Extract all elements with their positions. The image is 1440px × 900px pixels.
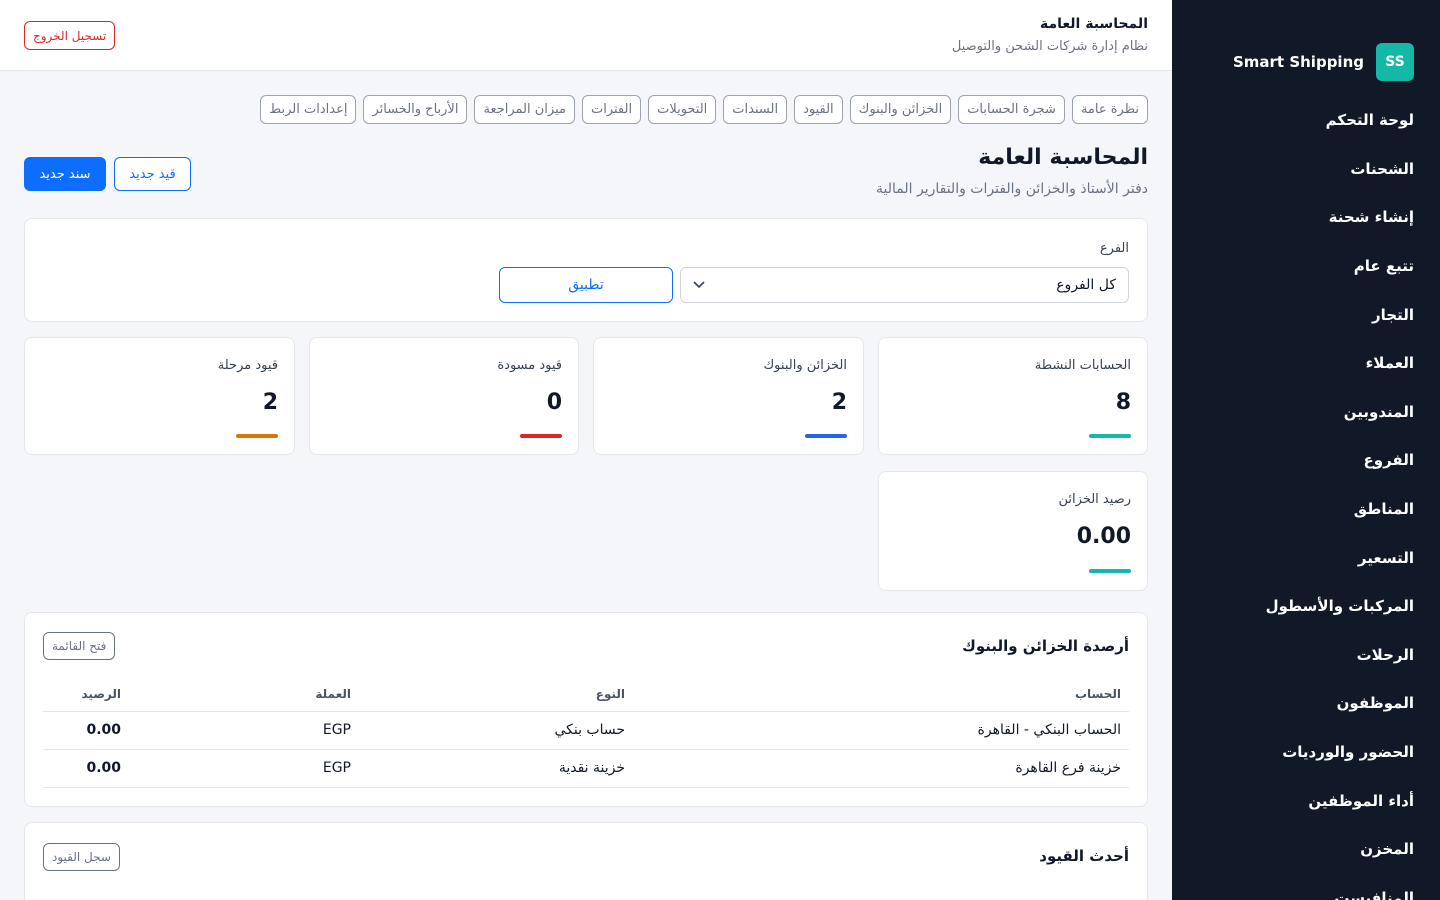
sidebar-item-manifest[interactable]: المنافيست bbox=[1172, 874, 1440, 900]
sidebar-item-couriers[interactable]: المندوبين bbox=[1172, 388, 1440, 437]
tab-vouchers[interactable]: السندات bbox=[723, 95, 788, 124]
stat-value: 2 bbox=[262, 390, 278, 415]
column-header-account: الحساب bbox=[633, 677, 1129, 712]
topbar-subtitle: نظام إدارة شركات الشحن والتوصيل bbox=[951, 39, 1148, 54]
brand-name: Smart Shipping bbox=[1232, 53, 1364, 71]
main-content: المحاسبة العامة نظام إدارة شركات الشحن و… bbox=[0, 0, 1172, 900]
table-header-row: الحساب النوع العملة الرصيد bbox=[43, 677, 1129, 712]
stat-accent-bar bbox=[805, 434, 847, 438]
stat-label: قيود مسودة bbox=[497, 358, 562, 373]
page-title: المحاسبة العامة bbox=[978, 145, 1148, 170]
stat-label: رصيد الخزائن bbox=[1058, 492, 1131, 507]
stat-value: 2 bbox=[831, 390, 847, 415]
logout-button[interactable]: تسجيل الخروج bbox=[24, 21, 116, 50]
sidebar-item-performance[interactable]: أداء الموظفين bbox=[1172, 776, 1440, 825]
sidebar-item-fleet[interactable]: المركبات والأسطول bbox=[1172, 582, 1440, 631]
tab-overview[interactable]: نظرة عامة bbox=[1071, 95, 1148, 124]
sidebar-item-zones[interactable]: المناطق bbox=[1172, 485, 1440, 534]
stat-label: الحسابات النشطة bbox=[1034, 358, 1131, 373]
stat-value: 0.00 bbox=[1076, 524, 1131, 549]
stat-accent-bar bbox=[236, 434, 278, 438]
sidebar-item-customers[interactable]: العملاء bbox=[1172, 339, 1440, 388]
brand[interactable]: SS Smart Shipping bbox=[1172, 0, 1440, 96]
sidebar-item-attendance[interactable]: الحضور والورديات bbox=[1172, 728, 1440, 777]
branch-select-value: كل الفروع bbox=[1056, 277, 1116, 293]
sidebar-item-branches[interactable]: الفروع bbox=[1172, 436, 1440, 485]
recent-entries-card: أحدث القيود سجل القيود bbox=[24, 822, 1148, 900]
tab-profit-loss[interactable]: الأرباح والخسائر bbox=[363, 95, 468, 124]
sidebar-nav: لوحة التحكم الشحنات إنشاء شحنة تتبع عام … bbox=[1172, 96, 1440, 900]
page-subtitle: دفتر الأستاذ والخزائن والفترات والتقارير… bbox=[876, 181, 1148, 197]
stat-card-treasury-balance: رصيد الخزائن 0.00 bbox=[878, 471, 1148, 591]
accounting-tabs: نظرة عامة شجرة الحسابات الخزائن والبنوك … bbox=[260, 95, 1148, 124]
tab-trial-balance[interactable]: ميزان المراجعة bbox=[474, 95, 575, 124]
column-header-type: النوع bbox=[359, 677, 633, 712]
balances-table: الحساب النوع العملة الرصيد الحساب البنكي… bbox=[43, 677, 1129, 788]
sidebar-item-create-shipment[interactable]: إنشاء شحنة bbox=[1172, 193, 1440, 242]
treasury-balances-card: أرصدة الخزائن والبنوك فتح القائمة الحساب… bbox=[24, 612, 1148, 807]
cell-balance: 0.00 bbox=[43, 711, 129, 750]
stat-card-draft-entries: قيود مسودة 0 bbox=[309, 337, 579, 455]
branch-select[interactable]: كل الفروع bbox=[680, 267, 1129, 303]
open-list-button[interactable]: فتح القائمة bbox=[43, 632, 116, 660]
sidebar-item-merchants[interactable]: التجار bbox=[1172, 290, 1440, 339]
table-row[interactable]: خزينة فرع القاهرة خزينة نقدية EGP 0.00 bbox=[43, 749, 1129, 788]
stat-accent-bar bbox=[1089, 569, 1131, 573]
tab-chart-of-accounts[interactable]: شجرة الحسابات bbox=[958, 95, 1065, 124]
section-title: أحدث القيود bbox=[1039, 847, 1129, 865]
column-header-balance: الرصيد bbox=[43, 677, 129, 712]
sidebar-item-warehouse[interactable]: المخزن bbox=[1172, 825, 1440, 874]
cell-currency: EGP bbox=[129, 711, 359, 750]
sidebar-item-dashboard[interactable]: لوحة التحكم bbox=[1172, 96, 1440, 145]
tab-transfers[interactable]: التحويلات bbox=[648, 95, 717, 124]
stat-card-active-accounts: الحسابات النشطة 8 bbox=[878, 337, 1148, 455]
cell-type: حساب بنكي bbox=[359, 711, 633, 750]
sidebar-item-trips[interactable]: الرحلات bbox=[1172, 631, 1440, 680]
tab-entries[interactable]: القيود bbox=[794, 95, 843, 124]
tab-periods[interactable]: الفترات bbox=[581, 95, 642, 124]
stat-value: 8 bbox=[1115, 390, 1131, 415]
sidebar-item-public-tracking[interactable]: تتبع عام bbox=[1172, 242, 1440, 291]
sidebar: SS Smart Shipping لوحة التحكم الشحنات إن… bbox=[1172, 0, 1440, 900]
cell-account: خزينة فرع القاهرة bbox=[633, 749, 1129, 788]
cell-account: الحساب البنكي - القاهرة bbox=[633, 711, 1129, 750]
stat-label: الخزائن والبنوك bbox=[763, 358, 847, 373]
topbar-title: المحاسبة العامة bbox=[1039, 16, 1148, 32]
branch-filter-card: الفرع كل الفروع تطبيق bbox=[24, 218, 1148, 322]
cell-currency: EGP bbox=[129, 749, 359, 788]
topbar: المحاسبة العامة نظام إدارة شركات الشحن و… bbox=[0, 0, 1172, 71]
tab-treasuries-banks[interactable]: الخزائن والبنوك bbox=[849, 95, 952, 124]
stat-label: قيود مرحلة bbox=[217, 358, 278, 373]
cell-type: خزينة نقدية bbox=[359, 749, 633, 788]
brand-logo: SS bbox=[1376, 43, 1414, 81]
tab-link-settings[interactable]: إعدادات الربط bbox=[260, 95, 357, 124]
entries-log-button[interactable]: سجل القيود bbox=[43, 843, 120, 871]
column-header-currency: العملة bbox=[129, 677, 359, 712]
sidebar-item-pricing[interactable]: التسعير bbox=[1172, 533, 1440, 582]
new-entry-button[interactable]: قيد جديد bbox=[114, 157, 191, 191]
new-voucher-button[interactable]: سند جديد bbox=[24, 157, 106, 191]
cell-balance: 0.00 bbox=[43, 749, 129, 788]
stat-accent-bar bbox=[1089, 434, 1131, 438]
stat-card-treasuries-banks: الخزائن والبنوك 2 bbox=[593, 337, 864, 455]
stat-value: 0 bbox=[546, 390, 562, 415]
sidebar-item-shipments[interactable]: الشحنات bbox=[1172, 145, 1440, 194]
apply-filter-button[interactable]: تطبيق bbox=[499, 267, 673, 303]
stat-accent-bar bbox=[520, 434, 562, 438]
stat-card-posted-entries: قيود مرحلة 2 bbox=[24, 337, 295, 455]
table-row[interactable]: الحساب البنكي - القاهرة حساب بنكي EGP 0.… bbox=[43, 711, 1129, 750]
section-title: أرصدة الخزائن والبنوك bbox=[962, 637, 1129, 655]
branch-filter-label: الفرع bbox=[1099, 241, 1129, 256]
chevron-down-icon bbox=[693, 278, 705, 292]
sidebar-item-employees[interactable]: الموظفون bbox=[1172, 679, 1440, 728]
